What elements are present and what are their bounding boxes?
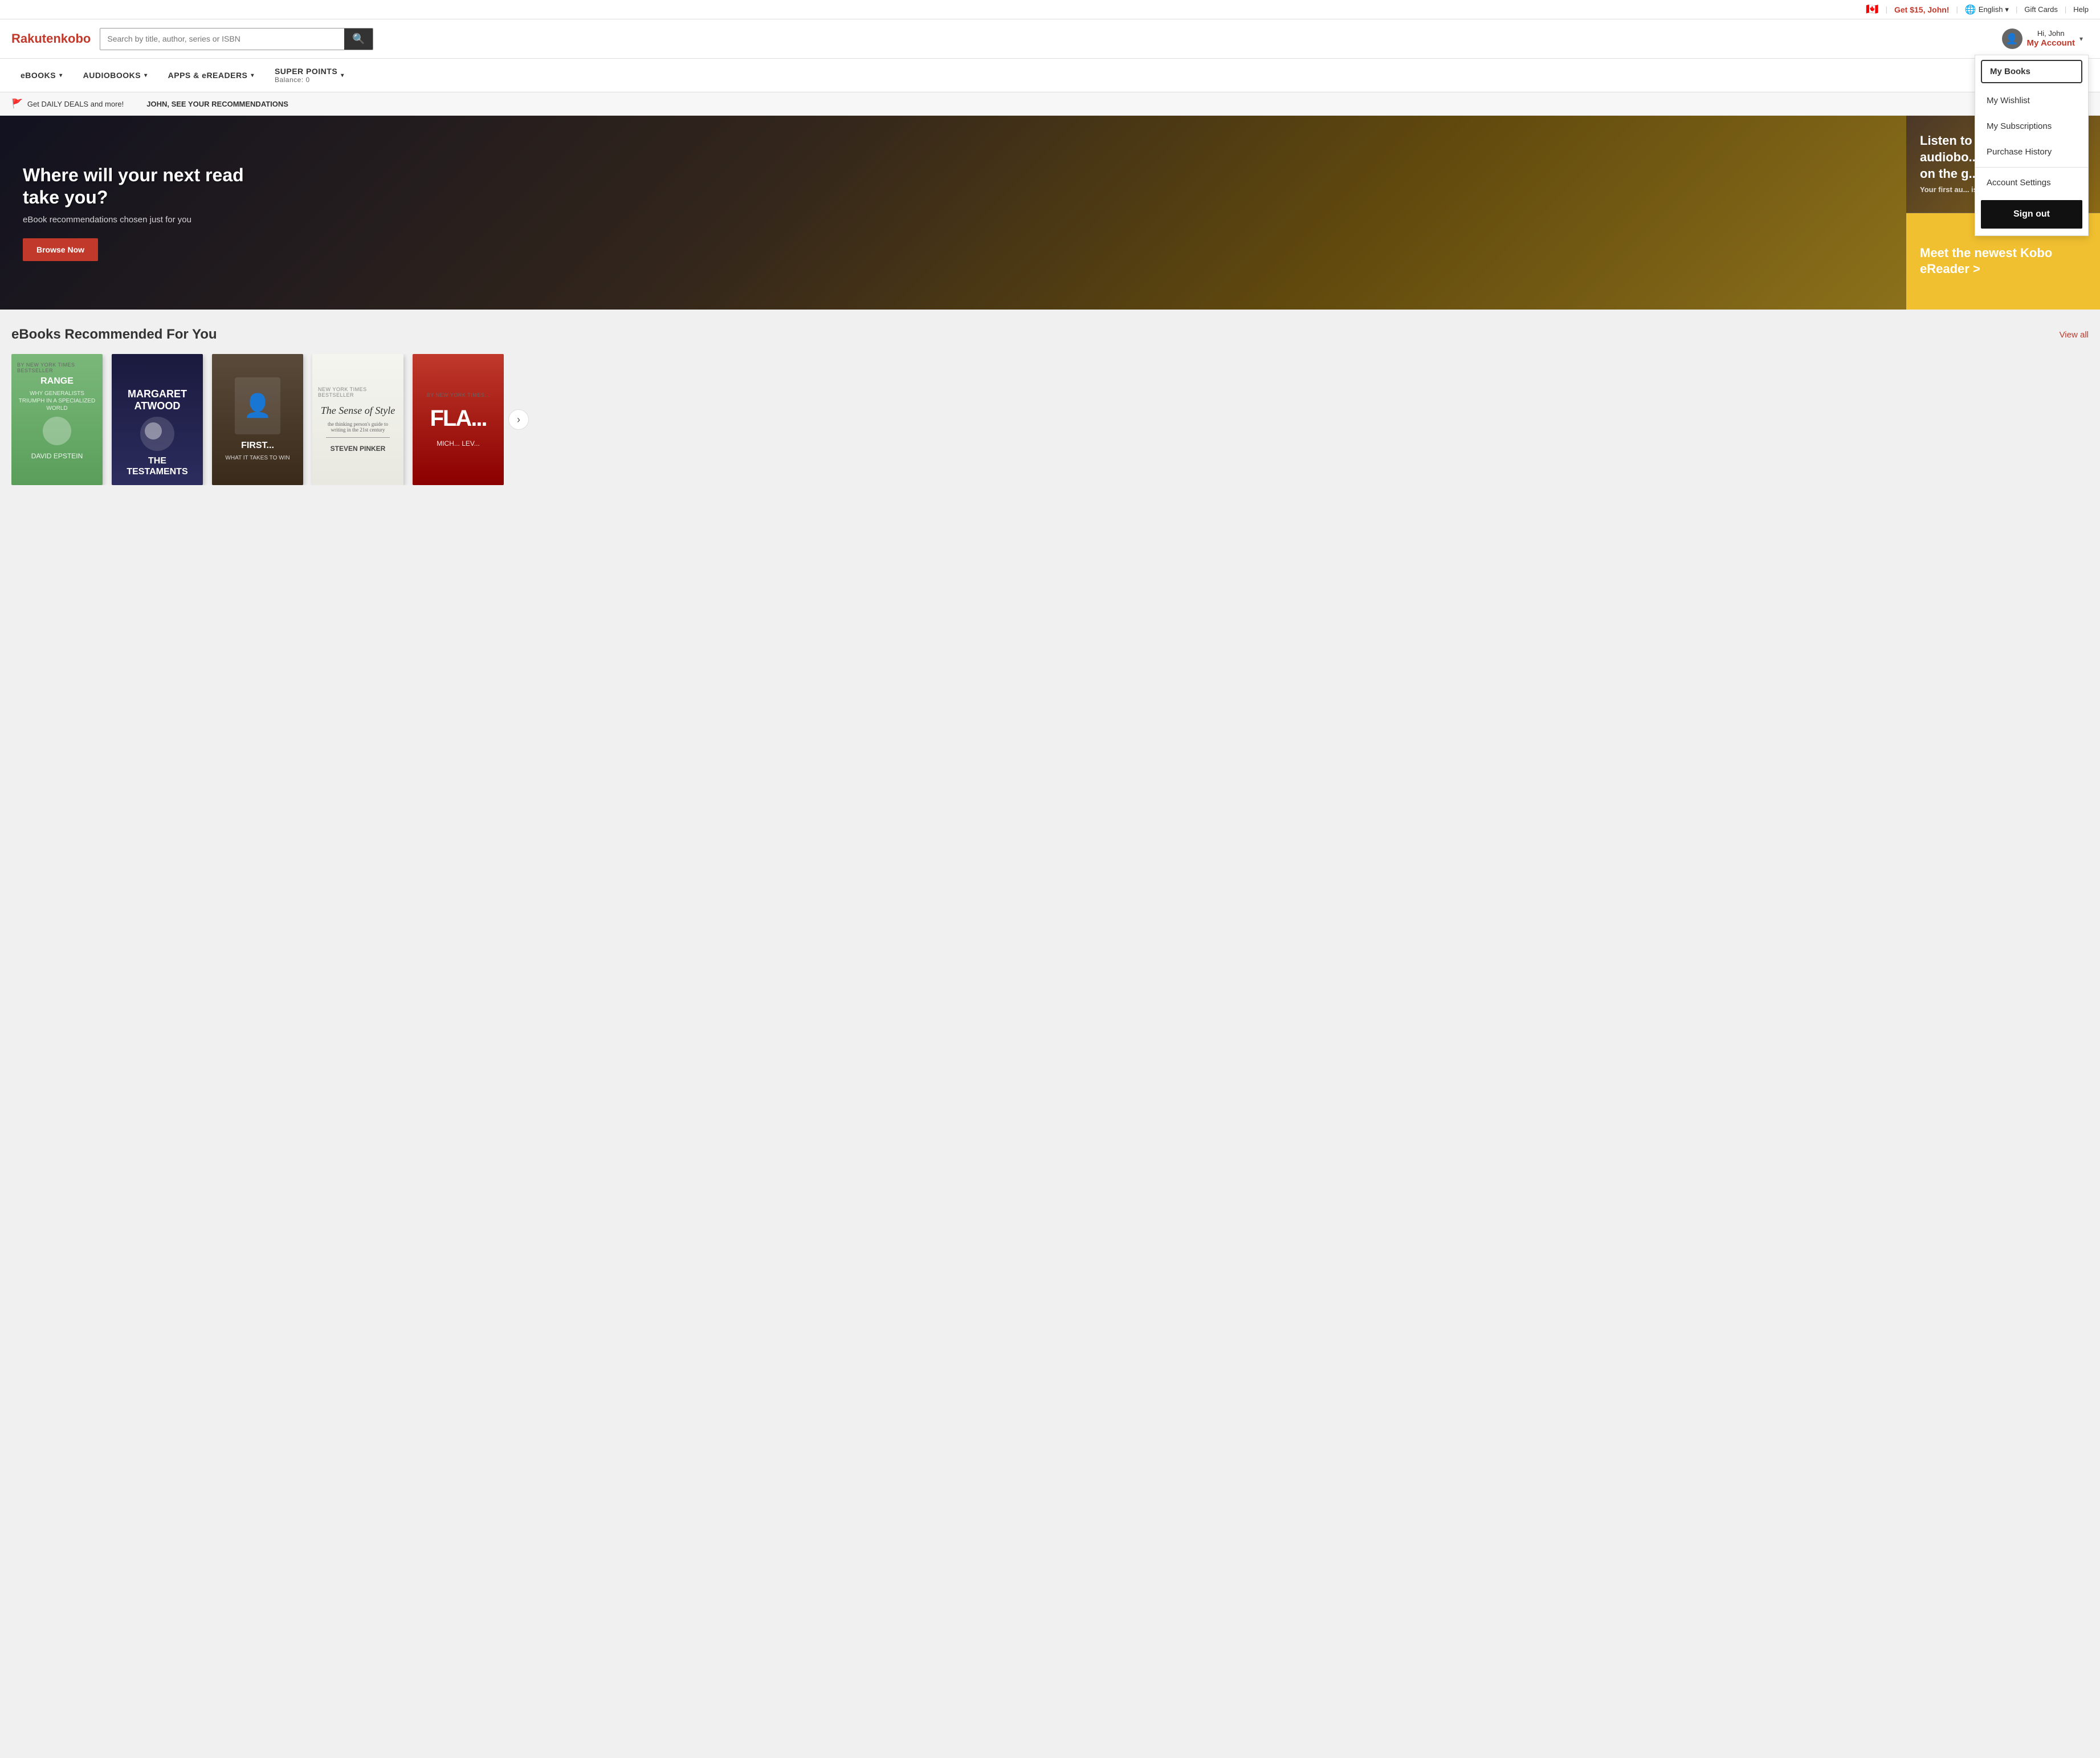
top-utility-bar: 🇨🇦 | Get $15, John! | 🌐 English ▾ | Gift… bbox=[0, 0, 2100, 19]
logo[interactable]: Rakuten kobo bbox=[11, 31, 91, 46]
search-icon: 🔍 bbox=[352, 33, 365, 45]
book-title: RANGE bbox=[40, 376, 74, 386]
hero-main: Where will your next read take you? eBoo… bbox=[0, 116, 1906, 310]
promo-bar: 🚩 Get DAILY DEALS and more! John, see yo… bbox=[0, 92, 2100, 116]
dropdown-my-wishlist[interactable]: My Wishlist bbox=[1975, 88, 2088, 113]
book-subtitle: WHY GENERALISTS TRIUMPH IN A SPECIALIZED… bbox=[17, 390, 97, 412]
divider: | bbox=[1886, 5, 1887, 14]
book-author: MARGARET ATWOOD bbox=[117, 388, 197, 412]
account-area: 👤 Hi, John My Account ▾ My Books My Wish… bbox=[1996, 25, 2089, 52]
book-subtitle: WHAT IT TAKES TO WIN bbox=[225, 454, 289, 462]
chevron-down-icon: ▾ bbox=[2005, 5, 2009, 14]
avatar-icon: 👤 bbox=[2005, 33, 2018, 45]
account-greeting: Hi, John bbox=[2027, 29, 2075, 38]
recommendations-text: John, see your RECOMMENDATIONS bbox=[146, 100, 288, 108]
book-cover: NEW YORK TIMES BESTSELLER The Sense of S… bbox=[312, 354, 403, 485]
book-cover: MARGARET ATWOOD THE TESTAMENTS bbox=[112, 354, 203, 485]
dropdown-my-books[interactable]: My Books bbox=[1981, 60, 2082, 83]
dropdown-divider bbox=[1975, 167, 2088, 168]
hero-subtitle: eBook recommendations chosen just for yo… bbox=[23, 215, 262, 225]
section-header: eBooks Recommended For You View all bbox=[11, 327, 2089, 343]
book-cover: BY NEW YORK TIMES... FLA... MICH... LEV.… bbox=[413, 354, 504, 485]
book-cover-firstborn: 👤 FIRST... WHAT IT TAKES TO WIN bbox=[212, 354, 303, 485]
book-cover: BY NEW YORK TIMES BESTSELLER RANGE WHY G… bbox=[11, 354, 103, 485]
book-cover-sense: NEW YORK TIMES BESTSELLER The Sense of S… bbox=[312, 354, 403, 485]
divider3: | bbox=[2016, 5, 2017, 14]
chevron-down-icon: ▾ bbox=[251, 72, 254, 79]
sign-out-button[interactable]: Sign out bbox=[1981, 200, 2082, 229]
book-author: DAVID EPSTEIN bbox=[31, 452, 83, 460]
dropdown-my-subscriptions[interactable]: My Subscriptions bbox=[1975, 113, 2088, 139]
search-button[interactable]: 🔍 bbox=[344, 29, 373, 50]
avatar: 👤 bbox=[2002, 29, 2022, 49]
list-item[interactable]: NEW YORK TIMES BESTSELLER The Sense of S… bbox=[312, 354, 403, 485]
globe-icon: 🌐 bbox=[1965, 4, 1976, 15]
gift-cards-link[interactable]: Gift Cards bbox=[2024, 5, 2058, 14]
language-selector[interactable]: 🌐 English ▾ bbox=[1965, 4, 2009, 15]
nav-bar: eBOOKS ▾ AUDIOBOOKS ▾ APPS & eREADERS ▾ … bbox=[0, 59, 2100, 92]
account-label: My Account bbox=[2027, 38, 2075, 48]
book-author: STEVEN PINKER bbox=[331, 445, 386, 453]
logo-rakuten: Rakuten bbox=[11, 31, 61, 46]
book-cover-testaments: MARGARET ATWOOD THE TESTAMENTS bbox=[112, 354, 203, 485]
bestseller-badge: BY NEW YORK TIMES... bbox=[427, 392, 490, 398]
hero-section: Where will your next read take you? eBoo… bbox=[0, 116, 2100, 310]
promo-text: Get $15, John! bbox=[1894, 5, 1949, 14]
view-all-link[interactable]: View all bbox=[2060, 330, 2089, 340]
dropdown-purchase-history[interactable]: Purchase History bbox=[1975, 139, 2088, 165]
chevron-down-icon: ▾ bbox=[59, 72, 63, 79]
help-link[interactable]: Help bbox=[2073, 5, 2089, 14]
hero-content: Where will your next read take you? eBoo… bbox=[23, 164, 262, 261]
book-cover-range: BY NEW YORK TIMES BESTSELLER RANGE WHY G… bbox=[11, 354, 103, 485]
list-item[interactable]: MARGARET ATWOOD THE TESTAMENTS bbox=[112, 354, 203, 485]
book-title: THE TESTAMENTS bbox=[117, 455, 197, 477]
hero-overlay bbox=[0, 116, 1906, 310]
nav-apps-label: APPS & eREADERS bbox=[168, 71, 248, 80]
book-cover: 👤 FIRST... WHAT IT TAKES TO WIN bbox=[212, 354, 303, 485]
search-input[interactable] bbox=[100, 29, 344, 50]
hero-ereader-title: Meet the newest Kobo eReader > bbox=[1920, 245, 2086, 278]
recommendations-promo[interactable]: John, see your RECOMMENDATIONS bbox=[146, 100, 288, 108]
account-text: Hi, John My Account bbox=[2027, 29, 2075, 48]
book-title: FIRST... bbox=[241, 440, 274, 451]
list-item[interactable]: BY NEW YORK TIMES BESTSELLER RANGE WHY G… bbox=[11, 354, 103, 485]
chevron-down-icon: ▾ bbox=[2079, 35, 2083, 43]
divider4: | bbox=[2065, 5, 2066, 14]
books-row: BY NEW YORK TIMES BESTSELLER RANGE WHY G… bbox=[11, 354, 504, 485]
next-arrow-button[interactable]: › bbox=[508, 409, 529, 430]
chevron-down-icon: ▾ bbox=[341, 72, 344, 79]
recommendations-section: eBooks Recommended For You View all BY N… bbox=[0, 310, 2100, 502]
language-label: English bbox=[1979, 5, 2003, 14]
account-button[interactable]: 👤 Hi, John My Account ▾ bbox=[1996, 25, 2089, 52]
daily-deals-text: Get DAILY DEALS and more! bbox=[27, 100, 124, 108]
list-item[interactable]: 👤 FIRST... WHAT IT TAKES TO WIN bbox=[212, 354, 303, 485]
section-title: eBooks Recommended For You bbox=[11, 327, 217, 343]
nav-audiobooks[interactable]: AUDIOBOOKS ▾ bbox=[74, 63, 157, 88]
nav-audiobooks-label: AUDIOBOOKS bbox=[83, 71, 141, 80]
divider2: | bbox=[1956, 5, 1958, 14]
search-bar: 🔍 bbox=[100, 28, 373, 50]
hero-title: Where will your next read take you? bbox=[23, 164, 262, 208]
flag-icon: 🚩 bbox=[11, 98, 23, 109]
bestseller-badge: NEW YORK TIMES BESTSELLER bbox=[318, 386, 398, 398]
nav-apps-ereaders[interactable]: APPS & eREADERS ▾ bbox=[159, 63, 263, 88]
canada-flag-icon: 🇨🇦 bbox=[1866, 3, 1878, 15]
list-item[interactable]: BY NEW YORK TIMES... FLA... MICH... LEV.… bbox=[413, 354, 504, 485]
daily-deals-promo[interactable]: 🚩 Get DAILY DEALS and more! bbox=[11, 98, 124, 109]
book-cover-flash: BY NEW YORK TIMES... FLA... MICH... LEV.… bbox=[413, 354, 504, 485]
dropdown-account-settings[interactable]: Account Settings bbox=[1975, 170, 2088, 196]
account-dropdown: My Books My Wishlist My Subscriptions Pu… bbox=[1975, 55, 2089, 236]
nav-ebooks[interactable]: eBOOKS ▾ bbox=[11, 63, 72, 88]
logo-kobo: kobo bbox=[61, 31, 91, 46]
nav-super-points[interactable]: SUPER POINTS Balance: 0 ▾ bbox=[266, 59, 353, 92]
bestseller-badge: BY NEW YORK TIMES BESTSELLER bbox=[17, 362, 97, 373]
book-author: MICH... LEV... bbox=[437, 440, 480, 447]
site-header: Rakuten kobo 🔍 👤 Hi, John My Account ▾ M… bbox=[0, 19, 2100, 59]
nav-super-points-label: SUPER POINTS bbox=[275, 67, 337, 76]
browse-now-button[interactable]: Browse Now bbox=[23, 238, 98, 261]
nav-ebooks-label: eBOOKS bbox=[21, 71, 56, 80]
nav-balance: Balance: 0 bbox=[275, 76, 310, 84]
chevron-down-icon: ▾ bbox=[144, 72, 148, 79]
